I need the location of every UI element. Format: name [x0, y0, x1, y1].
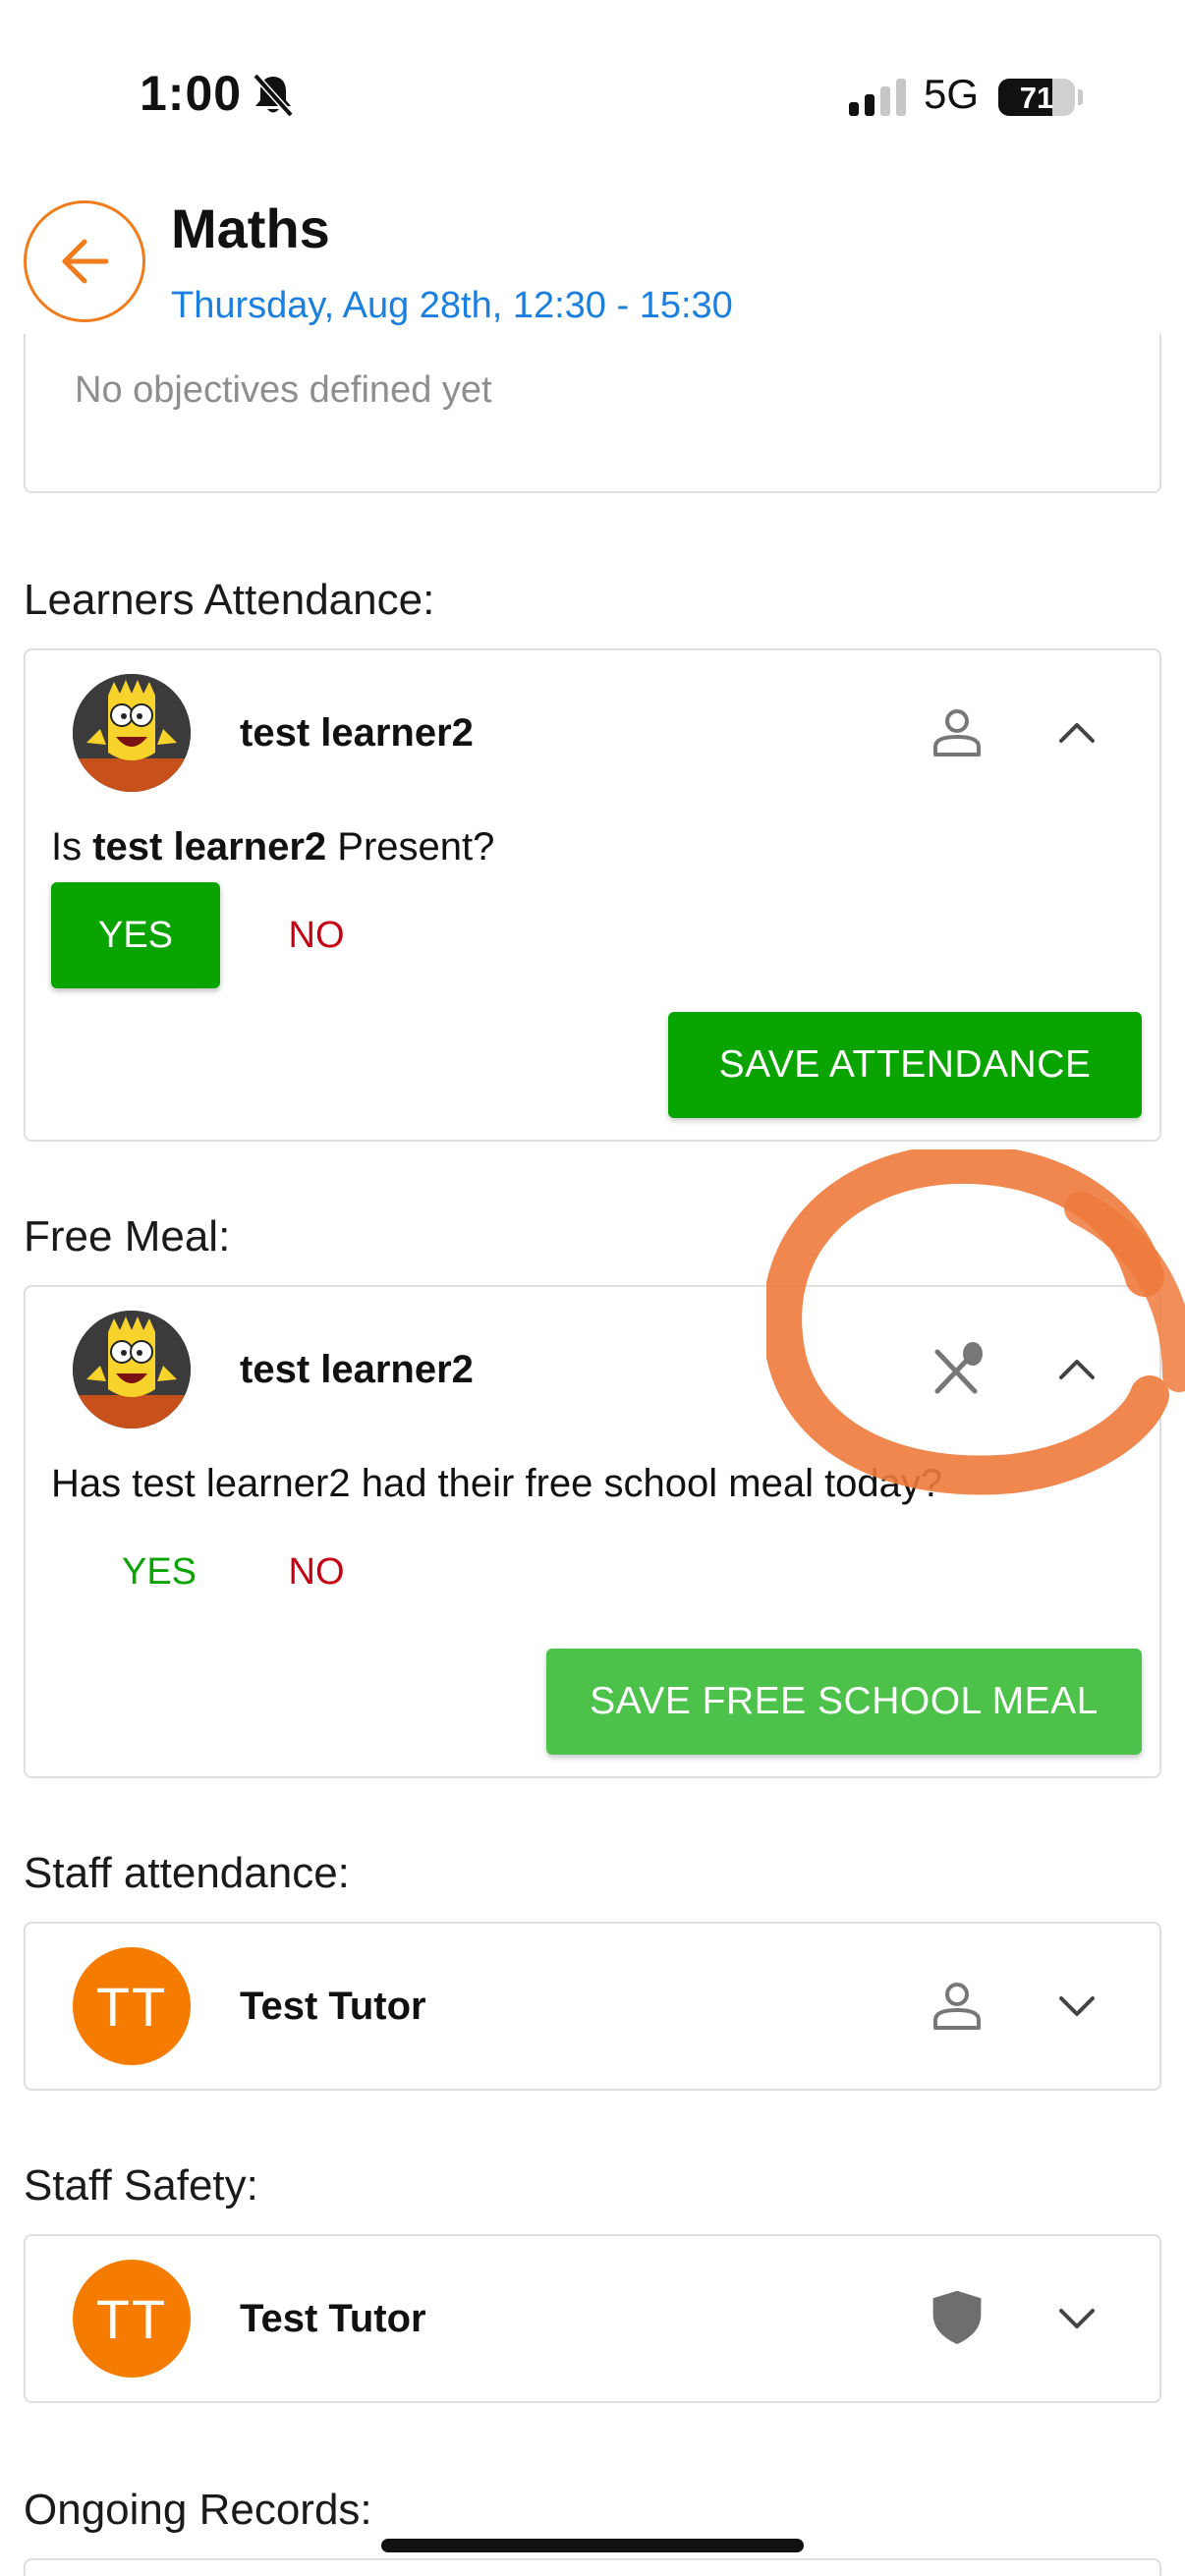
learner-avatar [73, 674, 191, 792]
person-icon[interactable] [928, 1977, 987, 2036]
staff-safety-card[interactable]: TT Test Tutor [24, 2234, 1161, 2403]
ongoing-records-card [24, 2558, 1161, 2576]
staff-safety-heading: Staff Safety: [24, 2161, 258, 2210]
lesson-datetime: Thursday, Aug 28th, 12:30 - 15:30 [171, 285, 733, 326]
lesson-page: 1:00 5G 71 Maths Thursday, Aug 28th, 12:… [0, 0, 1185, 2576]
page-title: Maths [171, 197, 330, 259]
battery-icon: 71 [998, 79, 1075, 116]
learner-name: test learner2 [240, 1348, 474, 1391]
save-attendance-button[interactable]: SAVE ATTENDANCE [668, 1012, 1142, 1118]
save-free-meal-button[interactable]: SAVE FREE SCHOOL MEAL [546, 1649, 1142, 1755]
attendance-yes-button[interactable]: YES [51, 882, 220, 988]
staff-attendance-heading: Staff attendance: [24, 1849, 350, 1897]
arrow-left-icon [62, 239, 109, 284]
objectives-card: No objectives defined yet [24, 334, 1161, 493]
ongoing-records-heading: Ongoing Records: [24, 2486, 372, 2534]
staff-name: Test Tutor [240, 2297, 426, 2340]
chevron-down-icon[interactable] [1051, 1981, 1102, 2032]
free-meal-heading: Free Meal: [24, 1212, 231, 1260]
attendance-question: Is test learner2 Present? [51, 825, 495, 868]
home-indicator[interactable] [381, 2539, 804, 2552]
free-meal-question: Has test learner2 had their free school … [51, 1462, 943, 1505]
chevron-up-icon[interactable] [1051, 1344, 1102, 1395]
no-meal-icon[interactable] [928, 1340, 987, 1399]
network-type: 5G [924, 71, 980, 117]
staff-name: Test Tutor [240, 1985, 426, 2028]
back-button[interactable] [24, 200, 145, 322]
battery-percent: 71 [1019, 81, 1054, 115]
staff-attendance-card[interactable]: TT Test Tutor [24, 1922, 1161, 2091]
free-meal-no-button[interactable]: NO [257, 1519, 375, 1625]
objectives-empty-text: No objectives defined yet [75, 369, 492, 411]
staff-avatar: TT [73, 2260, 191, 2378]
learner-attendance-card: test learner2 Is test learner2 Present? … [24, 648, 1161, 1142]
cellular-signal-icon [849, 77, 906, 116]
chevron-down-icon[interactable] [1051, 2293, 1102, 2344]
learners-attendance-heading: Learners Attendance: [24, 576, 435, 624]
learner-name: test learner2 [240, 711, 474, 755]
battery-tip [1078, 89, 1083, 105]
learner-avatar [73, 1311, 191, 1428]
shield-icon[interactable] [928, 2287, 987, 2346]
status-time: 1:00 [140, 66, 243, 121]
bell-slash-icon [253, 73, 294, 118]
staff-avatar: TT [73, 1947, 191, 2065]
attendance-no-button[interactable]: NO [257, 882, 375, 988]
chevron-up-icon[interactable] [1051, 707, 1102, 758]
free-meal-card: test learner2 Has test learner2 had thei… [24, 1285, 1161, 1778]
free-meal-yes-button[interactable]: YES [100, 1519, 218, 1625]
person-icon[interactable] [928, 703, 987, 762]
